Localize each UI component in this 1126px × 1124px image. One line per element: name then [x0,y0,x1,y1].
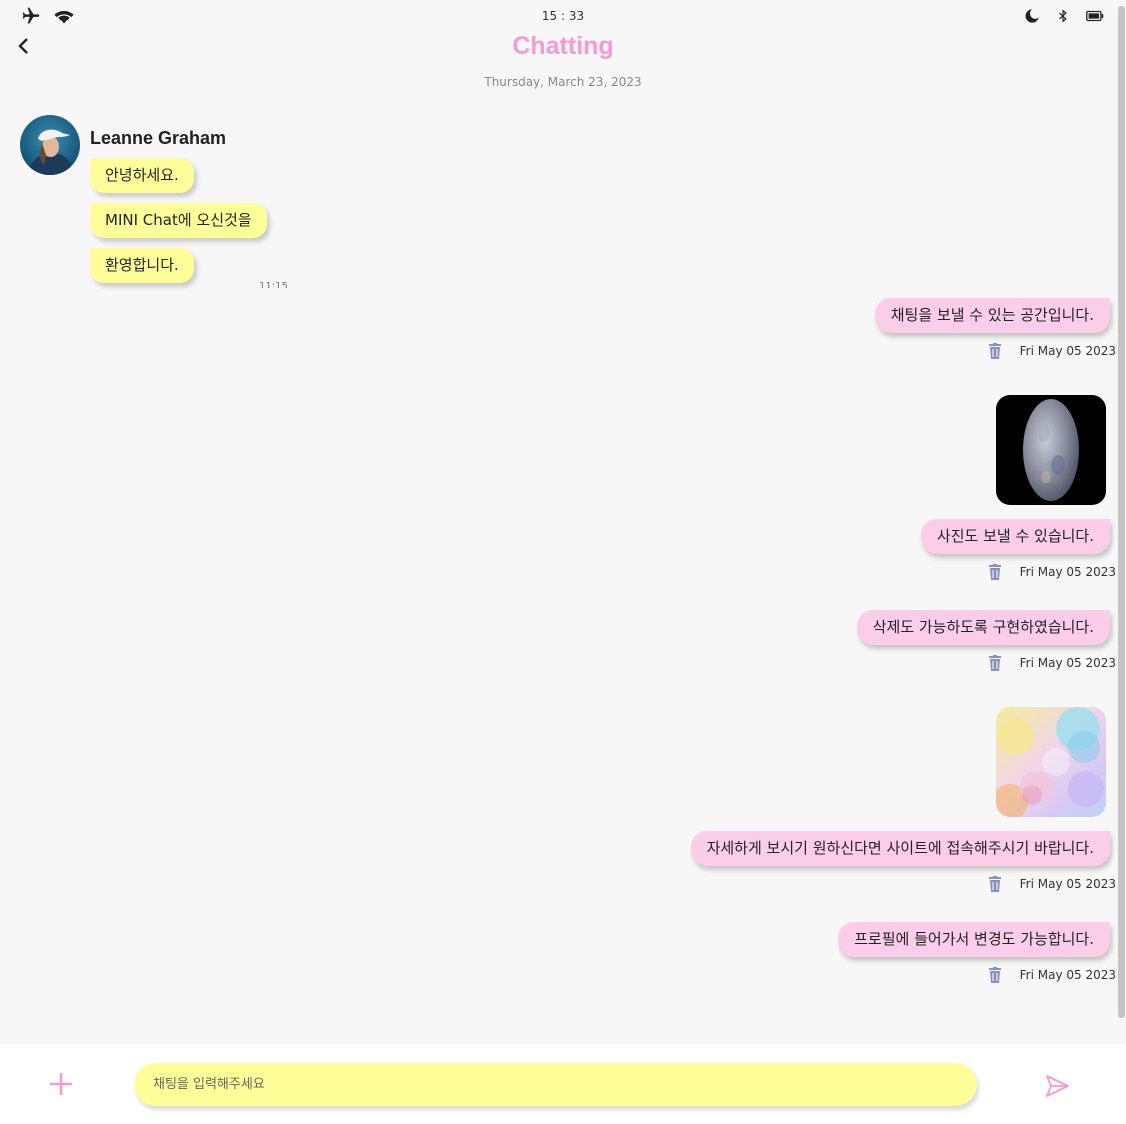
profile-photo [20,115,80,175]
message-meta: Fri May 05 2023 [988,343,1116,359]
status-bar: 15 : 33 [0,0,1126,34]
outgoing-message[interactable]: 자세하게 보시기 원하신다면 사이트에 접속해주시기 바랍니다. [690,831,1110,866]
trash-icon[interactable] [988,655,1002,671]
avatar[interactable] [20,115,80,175]
message-time: 11:15 [259,281,288,288]
incoming-message[interactable]: 환영합니다. [90,248,194,283]
attach-button[interactable] [48,1071,74,1097]
outgoing-message[interactable]: 프로필에 들어가서 변경도 가능합니다. [838,922,1110,957]
planet-photo[interactable] [996,395,1106,505]
trash-icon[interactable] [988,564,1002,580]
page-date: Thursday, March 23, 2023 [484,75,642,89]
battery-icon [1086,10,1104,22]
send-button[interactable] [1044,1073,1070,1099]
outgoing-message[interactable]: 채팅을 보낼 수 있는 공간입니다. [874,298,1110,333]
page-title: Chatting [512,32,614,60]
message-date: Fri May 05 2023 [1019,344,1116,358]
sender-name: Leanne Graham [90,128,227,148]
status-time: 15 : 33 [541,9,585,23]
outgoing-message[interactable]: 사진도 보낼 수 있습니다. [920,519,1110,554]
incoming-message[interactable]: MINI Chat에 오신것을 [90,203,267,238]
message-meta: Fri May 05 2023 [988,876,1116,892]
message-meta: Fri May 05 2023 [988,967,1116,983]
message-date: Fri May 05 2023 [1019,968,1116,982]
send-icon [1046,1075,1069,1097]
trash-icon[interactable] [988,967,1002,983]
message-date: Fri May 05 2023 [1019,656,1116,670]
bluetooth-icon [1056,7,1070,25]
plus-icon [50,1073,72,1095]
scrollbar[interactable] [1118,6,1125,1018]
bokeh-photo[interactable] [996,707,1106,817]
message-meta: Fri May 05 2023 [988,564,1116,580]
outgoing-message[interactable]: 삭제도 가능하도록 구현하였습니다. [856,610,1110,645]
message-date: Fri May 05 2023 [1019,565,1116,579]
chat-input[interactable] [134,1063,977,1106]
message-meta: Fri May 05 2023 [988,655,1116,671]
trash-icon[interactable] [988,876,1002,892]
incoming-message[interactable]: 안녕하세요. [90,158,194,193]
moon-icon [1024,8,1040,24]
trash-icon[interactable] [988,343,1002,359]
message-date: Fri May 05 2023 [1019,877,1116,891]
